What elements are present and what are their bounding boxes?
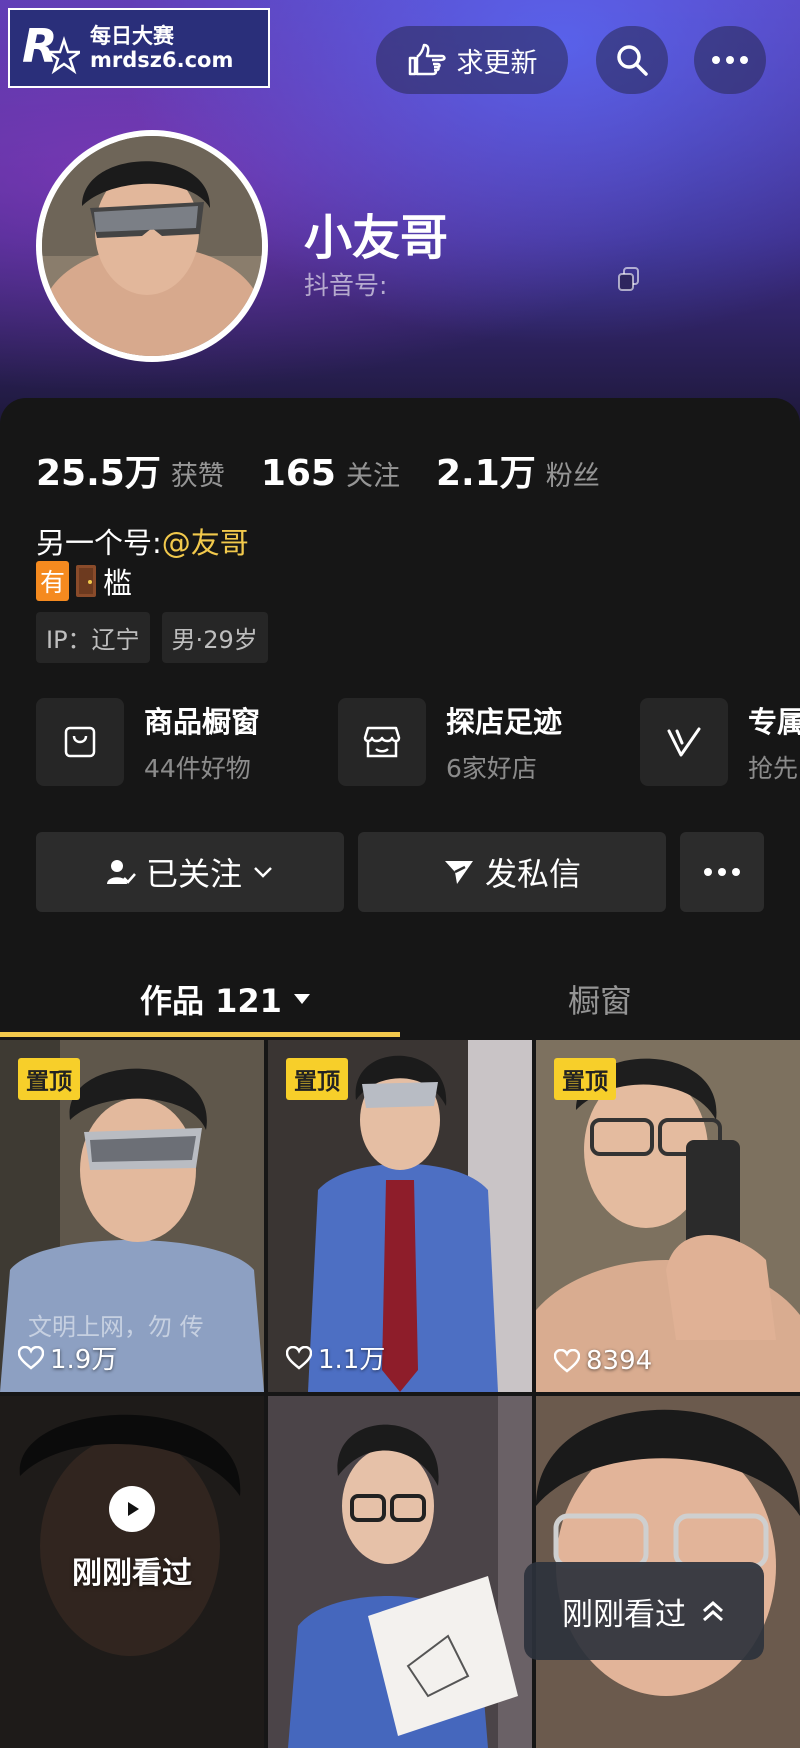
video-thumbnail[interactable] [268, 1396, 532, 1748]
recently-watched-button[interactable]: 刚刚看过 [524, 1562, 764, 1660]
watermark-title: 每日大赛 [90, 23, 174, 48]
nickname: 小友哥 [304, 210, 449, 266]
service-store-title: 探店足迹 [446, 705, 563, 739]
likes-count[interactable]: 25.5万 [36, 444, 161, 496]
bio-mention-link[interactable]: @友哥 [162, 526, 249, 560]
bio-prefix: 另一个号: [36, 526, 162, 560]
profile-tags: IP：辽宁 男·29岁 [36, 612, 268, 663]
pointing-hand-icon [408, 43, 446, 76]
watermark-url: mrdsz6.com [90, 48, 234, 72]
caret-down-icon [293, 994, 310, 1004]
service-exclusive-title: 专属 [748, 705, 800, 739]
tab-window[interactable]: 橱窗 [568, 976, 632, 1022]
pinned-badge: 置顶 [18, 1058, 80, 1100]
bio-line-1: 另一个号:@友哥 [36, 520, 249, 562]
video-thumbnail[interactable]: 刚刚看过 [0, 1396, 264, 1748]
copy-icon[interactable] [617, 266, 641, 296]
service-exclusive[interactable]: 专属 抢先 [640, 698, 800, 786]
likes-count-label: 1.1万 [318, 1345, 386, 1375]
followed-button[interactable]: 已关注 [36, 832, 344, 912]
bio-line2-text: 槛 [103, 566, 133, 600]
service-shop-title: 商品橱窗 [144, 705, 261, 739]
service-store-sub: 6家好店 [446, 754, 537, 783]
followed-label: 已关注 [145, 855, 242, 893]
recently-watched-button-label: 刚刚看过 [562, 1596, 686, 1633]
video-thumbnail[interactable]: 置顶 8394 [536, 1040, 800, 1392]
active-tab-indicator [0, 1032, 400, 1037]
following-count[interactable]: 165 [261, 453, 336, 494]
search-button[interactable] [596, 26, 668, 94]
request-update-button[interactable]: 求更新 [376, 26, 568, 94]
site-watermark: R 每日大赛 mrdsz6.com [8, 8, 270, 88]
profile-more-button[interactable] [680, 832, 764, 912]
pinned-badge: 置顶 [554, 1058, 616, 1100]
service-exclusive-sub: 抢先 [748, 754, 799, 783]
likes-count-label: 8394 [586, 1346, 653, 1376]
tab-works-label: 作品 121 [140, 982, 282, 1020]
video-likes: 1.1万 [286, 1339, 385, 1376]
pinned-badge: 置顶 [286, 1058, 348, 1100]
heart-icon [286, 1345, 312, 1370]
chevron-down-icon [254, 867, 272, 878]
user-check-icon [106, 860, 136, 884]
storefront-icon [338, 698, 426, 786]
stats-row: 25.5万 获赞 165 关注 2.1万 粉丝 [36, 444, 636, 496]
more-dots-icon [704, 868, 740, 876]
send-icon [444, 861, 473, 884]
service-store-visits[interactable]: 探店足迹 6家好店 [338, 698, 638, 786]
followers-count[interactable]: 2.1万 [436, 444, 536, 496]
heart-icon [18, 1345, 44, 1370]
video-thumbnail[interactable]: 置顶 1.1万 [268, 1040, 532, 1392]
bio-badge: 有 [36, 561, 70, 601]
watermark-logo: R [20, 18, 84, 78]
shopping-bag-icon [36, 698, 124, 786]
service-shop-window[interactable]: 商品橱窗 44件好物 [36, 698, 336, 786]
avatar[interactable] [36, 130, 268, 362]
video-caption: 文明上网，勿 传 [28, 1313, 204, 1341]
video-likes: 8394 [554, 1346, 652, 1376]
double-chevron-up-icon [703, 1600, 723, 1622]
door-emoji-icon [76, 565, 97, 597]
send-message-button[interactable]: 发私信 [358, 832, 666, 912]
recently-watched-label: 刚刚看过 [72, 1556, 192, 1591]
request-update-label: 求更新 [456, 47, 538, 79]
v-badge-icon [640, 698, 728, 786]
following-label: 关注 [345, 461, 400, 492]
video-thumbnail[interactable]: 置顶 文明上网，勿 传 1.9万 [0, 1040, 264, 1392]
content-tabs: 作品 121 橱窗 [0, 958, 800, 1038]
video-likes: 1.9万 [18, 1339, 117, 1376]
recently-watched-overlay: 刚刚看过 [0, 1486, 264, 1592]
likes-label: 获赞 [170, 461, 225, 492]
douyin-id-label: 抖音号: [304, 271, 388, 300]
likes-count-label: 1.9万 [50, 1345, 118, 1375]
gender-age-tag: 男·29岁 [161, 612, 268, 663]
tab-works[interactable]: 作品 121 [140, 976, 312, 1022]
followers-label: 粉丝 [545, 461, 600, 492]
heart-icon [554, 1349, 580, 1373]
play-icon [109, 1486, 155, 1532]
more-dots-icon [712, 56, 748, 64]
ip-location-tag: IP：辽宁 [36, 612, 150, 663]
bio-line-2: 有 槛 [36, 560, 132, 602]
search-icon [617, 45, 648, 76]
send-message-label: 发私信 [484, 855, 581, 893]
svg-text:R: R [22, 19, 57, 73]
video-thumbnail-image [268, 1396, 532, 1748]
service-shop-sub: 44件好物 [144, 754, 251, 783]
more-options-button[interactable] [694, 26, 766, 94]
